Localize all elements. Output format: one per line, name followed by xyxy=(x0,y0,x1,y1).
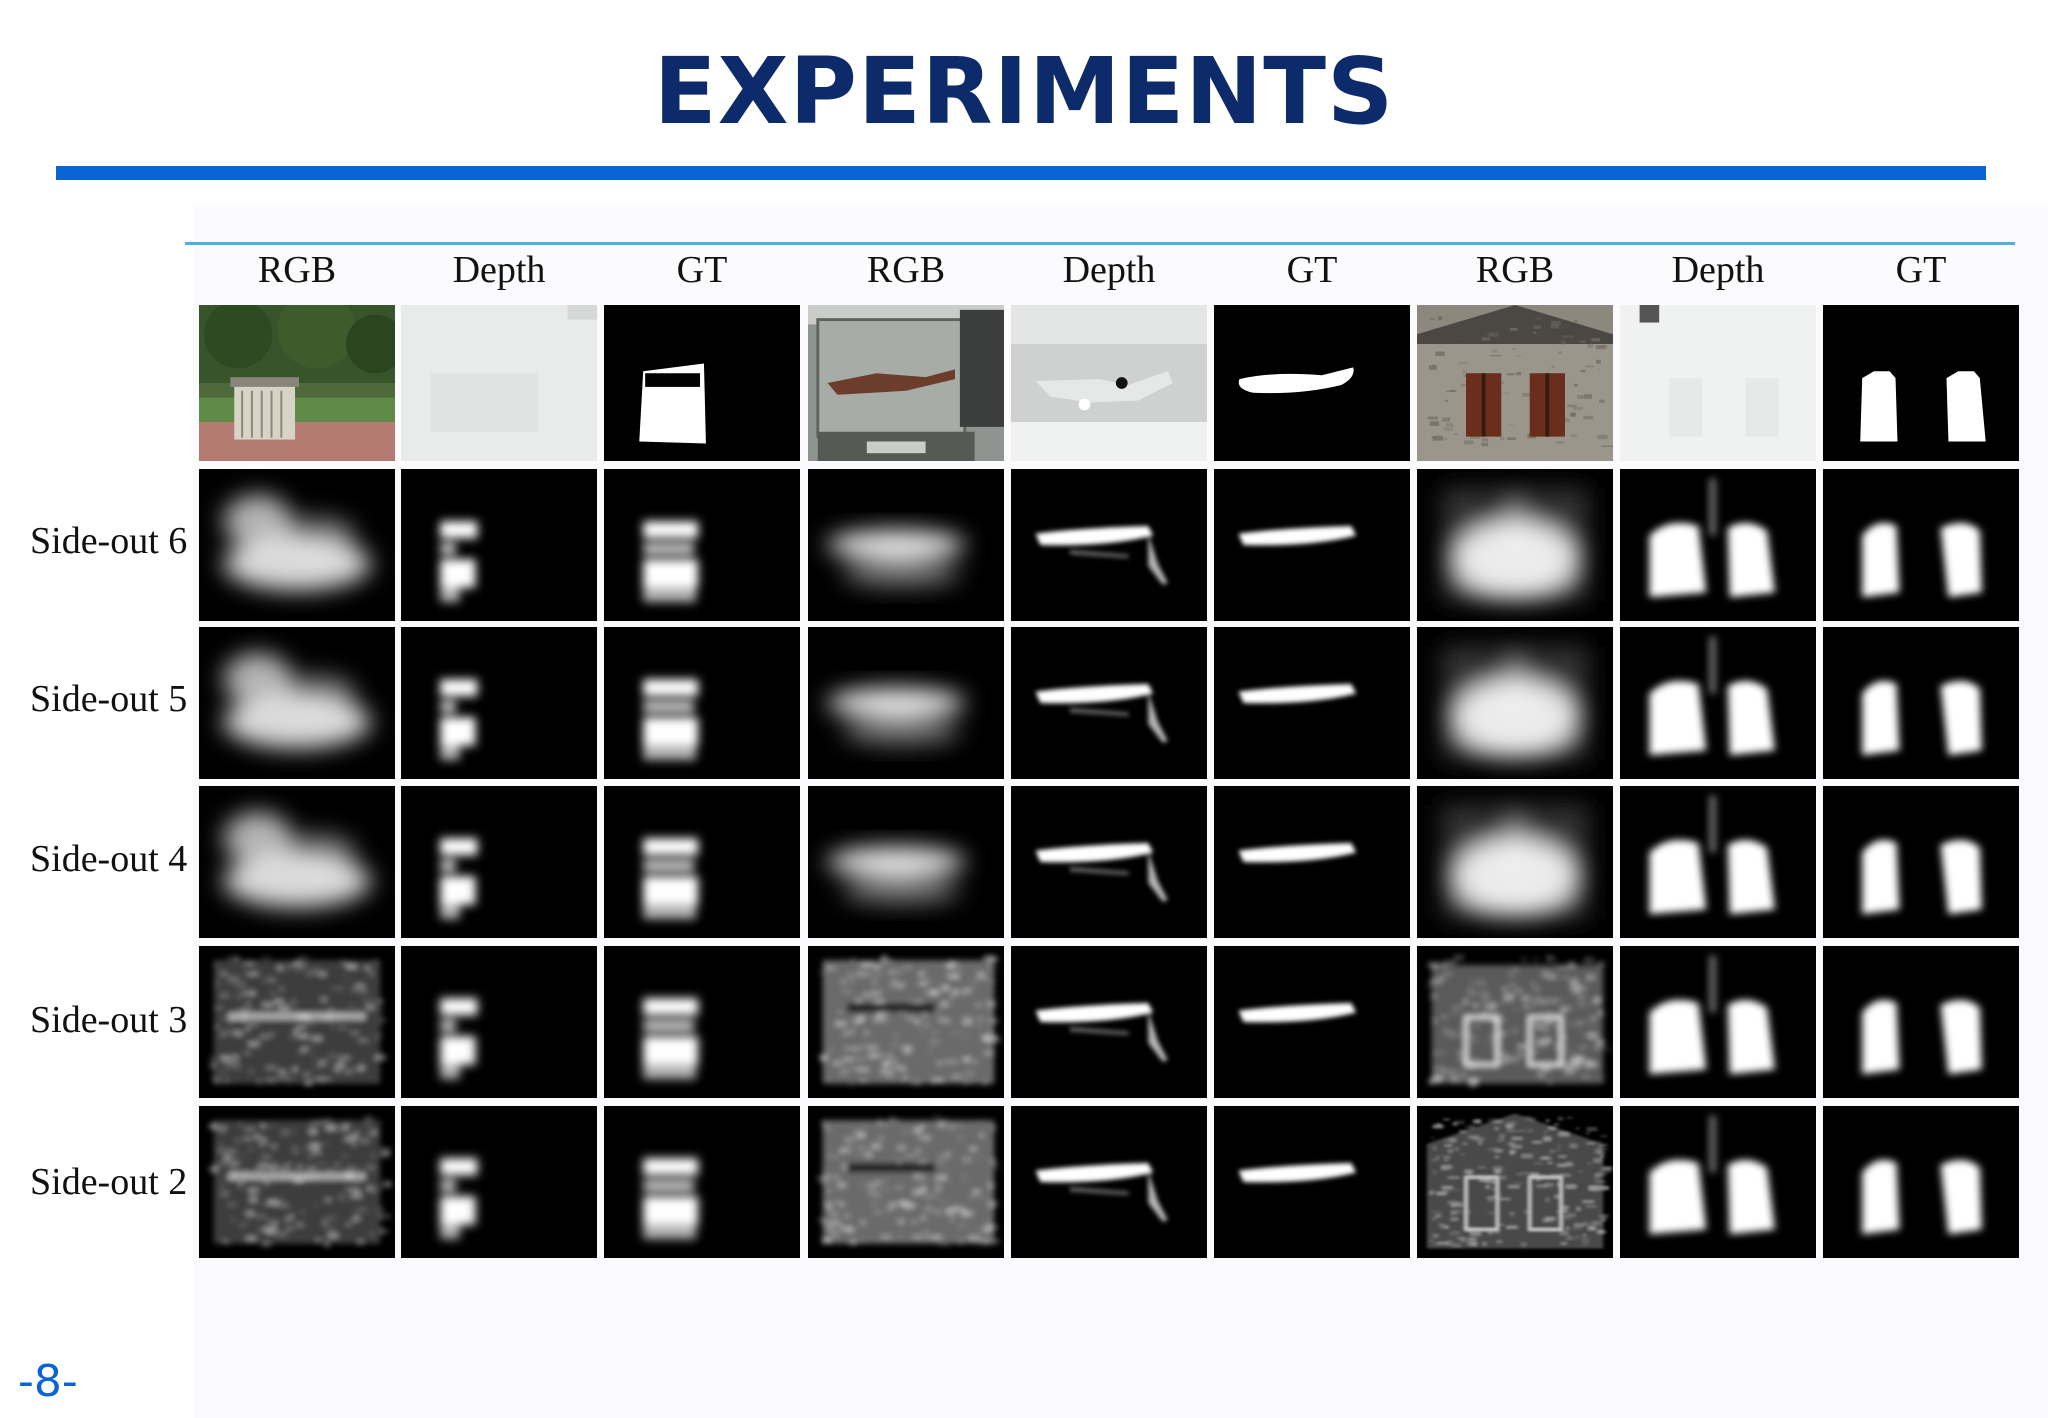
thumbnail-input-depth-2 xyxy=(1011,305,1207,461)
thumbnail-side-out-2-depth-3 xyxy=(1620,1106,1816,1258)
thumbnail-side-out-5-rgb-1 xyxy=(199,627,395,779)
thumbnail-side-out-4-depth-3 xyxy=(1620,786,1816,938)
column-header-gt-1: GT xyxy=(676,249,728,291)
thumbnail-side-out-4-rgb-1 xyxy=(199,786,395,938)
column-header-depth-1: Depth xyxy=(452,249,546,291)
thumbnail-side-out-4-rgb-3 xyxy=(1417,786,1613,938)
thumbnail-side-out-6-depth-1 xyxy=(401,469,597,621)
thumbnail-side-out-5-depth-3 xyxy=(1620,627,1816,779)
thumbnail-side-out-4-depth-2 xyxy=(1011,786,1207,938)
column-header-rgb-3: RGB xyxy=(1475,249,1555,291)
thumbnail-side-out-6-rgb-2 xyxy=(808,469,1004,621)
thumbnail-side-out-6-gt-2 xyxy=(1214,469,1410,621)
thumbnail-side-out-6-depth-3 xyxy=(1620,469,1816,621)
thumbnail-side-out-3-gt-1 xyxy=(604,946,800,1098)
slide-title: EXPERIMENTS xyxy=(653,38,1395,145)
column-header-rgb-1: RGB xyxy=(257,249,337,291)
thumbnail-input-rgb-1 xyxy=(199,305,395,461)
thumbnail-input-gt-3 xyxy=(1823,305,2019,461)
column-header-gt-2: GT xyxy=(1286,249,1338,291)
thumbnail-side-out-2-gt-1 xyxy=(604,1106,800,1258)
thumbnail-side-out-3-gt-2 xyxy=(1214,946,1410,1098)
page-number: -8- xyxy=(18,1356,78,1407)
column-header-depth-2: Depth xyxy=(1062,249,1156,291)
thumbnail-side-out-3-rgb-3 xyxy=(1417,946,1613,1098)
thumbnail-input-depth-1 xyxy=(401,305,597,461)
row-label-side-out-2: Side-out 2 xyxy=(30,1161,188,1203)
thumbnail-side-out-2-rgb-2 xyxy=(808,1106,1004,1258)
column-header-rgb-2: RGB xyxy=(866,249,946,291)
thumbnail-side-out-6-gt-3 xyxy=(1823,469,2019,621)
thumbnail-side-out-2-depth-2 xyxy=(1011,1106,1207,1258)
thumbnail-side-out-6-rgb-1 xyxy=(199,469,395,621)
thumbnail-side-out-2-gt-2 xyxy=(1214,1106,1410,1258)
thumbnail-side-out-5-gt-2 xyxy=(1214,627,1410,779)
thumbnail-side-out-4-gt-2 xyxy=(1214,786,1410,938)
row-label-side-out-3: Side-out 3 xyxy=(30,999,188,1041)
thumbnail-side-out-5-depth-1 xyxy=(401,627,597,779)
title-divider xyxy=(56,166,1986,180)
row-label-side-out-5: Side-out 5 xyxy=(30,678,188,720)
thumbnail-side-out-4-depth-1 xyxy=(401,786,597,938)
thumbnail-side-out-5-rgb-2 xyxy=(808,627,1004,779)
thumbnail-side-out-5-gt-3 xyxy=(1823,627,2019,779)
thumbnail-side-out-2-gt-3 xyxy=(1823,1106,2019,1258)
thumbnail-side-out-3-rgb-2 xyxy=(808,946,1004,1098)
thumbnail-input-rgb-2 xyxy=(808,305,1004,461)
thumbnail-input-rgb-3 xyxy=(1417,305,1613,461)
thumbnail-side-out-5-depth-2 xyxy=(1011,627,1207,779)
thumbnail-side-out-2-rgb-1 xyxy=(199,1106,395,1258)
thumbnail-side-out-6-depth-2 xyxy=(1011,469,1207,621)
column-header-gt-3: GT xyxy=(1895,249,1947,291)
thumbnail-side-out-5-rgb-3 xyxy=(1417,627,1613,779)
thumbnail-side-out-5-gt-1 xyxy=(604,627,800,779)
thumbnail-side-out-6-gt-1 xyxy=(604,469,800,621)
row-label-side-out-4: Side-out 4 xyxy=(30,838,188,880)
thumbnail-side-out-4-gt-3 xyxy=(1823,786,2019,938)
thumbnail-input-gt-1 xyxy=(604,305,800,461)
thumbnail-input-gt-2 xyxy=(1214,305,1410,461)
thumbnail-input-depth-3 xyxy=(1620,305,1816,461)
thumbnail-side-out-3-depth-3 xyxy=(1620,946,1816,1098)
thumbnail-side-out-3-gt-3 xyxy=(1823,946,2019,1098)
figure-top-rule xyxy=(185,242,2015,245)
thumbnail-side-out-6-rgb-3 xyxy=(1417,469,1613,621)
thumbnail-side-out-3-rgb-1 xyxy=(199,946,395,1098)
thumbnail-side-out-4-gt-1 xyxy=(604,786,800,938)
thumbnail-side-out-3-depth-2 xyxy=(1011,946,1207,1098)
row-label-side-out-6: Side-out 6 xyxy=(30,520,188,562)
thumbnail-side-out-2-depth-1 xyxy=(401,1106,597,1258)
thumbnail-side-out-3-depth-1 xyxy=(401,946,597,1098)
thumbnail-side-out-4-rgb-2 xyxy=(808,786,1004,938)
column-header-depth-3: Depth xyxy=(1671,249,1765,291)
thumbnail-side-out-2-rgb-3 xyxy=(1417,1106,1613,1258)
